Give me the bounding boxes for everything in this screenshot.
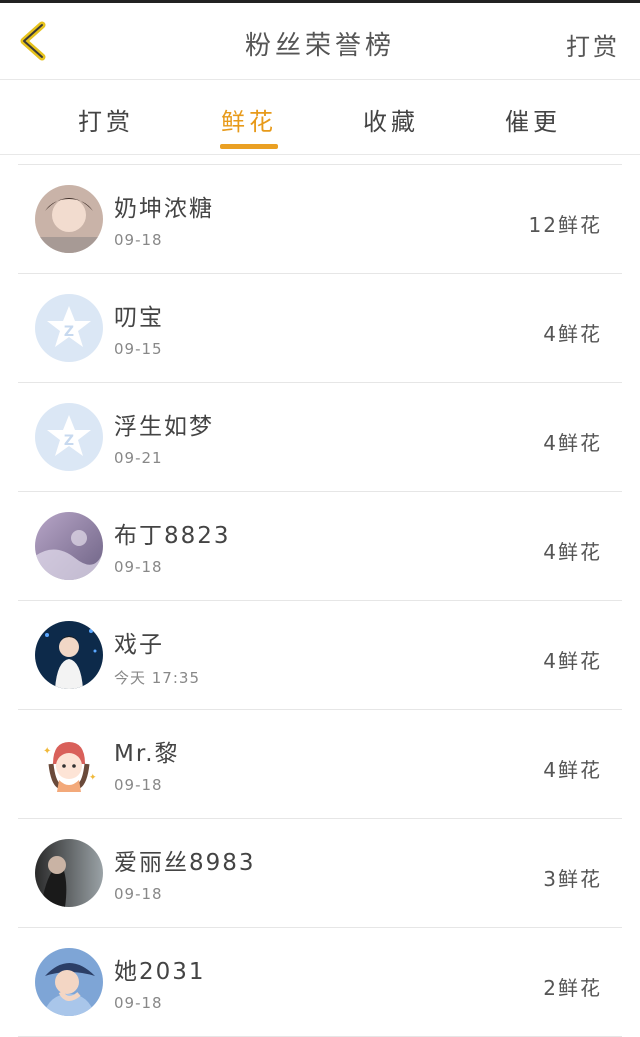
flower-count: 3鲜花 — [543, 867, 602, 891]
fan-name: Mr.黎 — [114, 741, 180, 767]
fan-date: 09-18 — [114, 558, 163, 576]
list-item[interactable]: 奶坤浓糖 09-18 12鲜花 — [18, 165, 622, 274]
tab-reward[interactable]: 打赏 — [56, 102, 156, 137]
fan-date: 09-15 — [114, 340, 163, 358]
avatar — [35, 621, 103, 689]
tab-favorites[interactable]: 收藏 — [341, 102, 441, 137]
avatar — [35, 512, 103, 580]
svg-text:✦: ✦ — [43, 746, 51, 757]
flower-count: 4鲜花 — [543, 758, 602, 782]
list-item[interactable]: ✦ ✦ Mr.黎 09-18 4鲜花 — [18, 710, 622, 819]
fan-date: 09-18 — [114, 885, 163, 903]
svg-text:✦: ✦ — [89, 773, 97, 783]
fan-name: 爱丽丝8983 — [114, 850, 256, 876]
fan-date: 09-18 — [114, 231, 163, 249]
svg-text:Z: Z — [64, 324, 74, 340]
flower-count: 4鲜花 — [543, 431, 602, 455]
avatar: Z — [35, 403, 103, 471]
avatar — [35, 948, 103, 1016]
flower-count: 4鲜花 — [543, 540, 602, 564]
avatar — [35, 185, 103, 253]
fan-date: 09-18 — [114, 994, 163, 1012]
list-item[interactable]: 她2031 09-18 2鲜花 — [18, 928, 622, 1037]
flower-count: 4鲜花 — [543, 322, 602, 346]
fan-ranking-list: 奶坤浓糖 09-18 12鲜花 Z 叨宝 09-15 4鲜花 Z 浮生如梦 09… — [18, 164, 622, 1037]
default-star-avatar-icon: Z — [35, 294, 103, 362]
page-title: 粉丝荣誉榜 — [244, 31, 395, 61]
svg-text:Z: Z — [64, 433, 74, 449]
fan-name: 奶坤浓糖 — [114, 196, 214, 222]
reward-link[interactable]: 打赏 — [566, 27, 620, 62]
fan-date: 今天 17:35 — [114, 669, 200, 687]
list-item[interactable]: Z 叨宝 09-15 4鲜花 — [18, 274, 622, 383]
default-star-avatar-icon: Z — [35, 403, 103, 471]
fan-name: 戏子 — [114, 632, 164, 658]
flower-count: 12鲜花 — [528, 213, 602, 237]
fan-name: 叨宝 — [114, 305, 164, 331]
list-item[interactable]: 戏子 今天 17:35 4鲜花 — [18, 601, 622, 710]
top-bar: 粉丝荣誉榜 打赏 — [0, 3, 640, 80]
avatar: ✦ ✦ — [35, 730, 103, 798]
fan-name: 布丁8823 — [114, 523, 231, 549]
avatar: Z — [35, 294, 103, 362]
list-item[interactable]: 爱丽丝8983 09-18 3鲜花 — [18, 819, 622, 928]
tab-bar: 打赏 鲜花 收藏 催更 — [0, 80, 640, 155]
tab-urge-update[interactable]: 催更 — [483, 102, 583, 137]
flower-count: 2鲜花 — [543, 976, 602, 1000]
fan-name: 她2031 — [114, 959, 206, 985]
list-item[interactable]: 布丁8823 09-18 4鲜花 — [18, 492, 622, 601]
fan-date: 09-21 — [114, 449, 163, 467]
list-item[interactable]: Z 浮生如梦 09-21 4鲜花 — [18, 383, 622, 492]
avatar — [35, 839, 103, 907]
tab-flowers[interactable]: 鲜花 — [199, 102, 299, 137]
active-tab-indicator — [220, 144, 278, 149]
fan-date: 09-18 — [114, 776, 163, 794]
flower-count: 4鲜花 — [543, 649, 602, 673]
fan-name: 浮生如梦 — [114, 414, 214, 440]
